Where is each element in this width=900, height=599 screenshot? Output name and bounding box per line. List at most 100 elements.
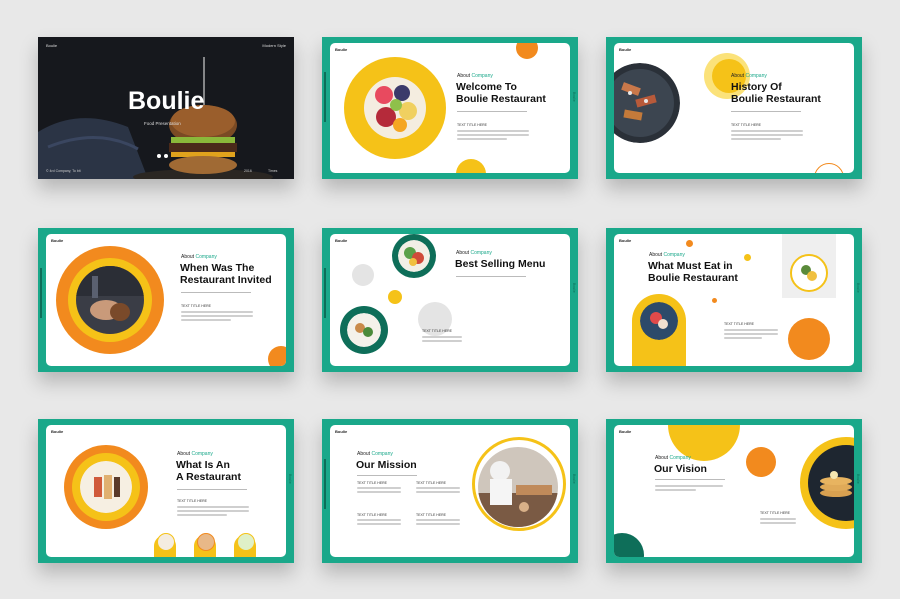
slide-brand: Boulie — [619, 429, 632, 434]
eyebrow: About Company — [177, 451, 213, 457]
body-text — [731, 130, 803, 142]
orange-dot-small — [712, 298, 717, 303]
text-title-2: TEXT TITLE HERE — [416, 481, 447, 485]
side-label: Boulie — [572, 474, 576, 484]
slide-what-is[interactable]: Boulie About Company What Is An A Restaur… — [38, 419, 294, 563]
cover-footer-year: 2016 — [244, 169, 252, 173]
slide-brand: Boulie — [619, 238, 632, 243]
body-text-2 — [760, 518, 796, 526]
orange-dot — [686, 240, 693, 247]
side-label: Boulie — [856, 283, 860, 293]
text-title: TEXT TITLE HERE — [422, 329, 453, 333]
cover-title: Boulie — [128, 87, 205, 115]
text-title: TEXT TITLE HERE — [724, 322, 755, 326]
mini-food-1 — [157, 533, 175, 551]
slide-brand: Boulie — [335, 238, 348, 243]
body-text — [181, 311, 253, 323]
cover-footer-left: © 4rd Company, To bit — [46, 169, 81, 173]
body-text-1 — [357, 487, 401, 495]
eyebrow: About Company — [731, 73, 767, 79]
body-text — [724, 329, 778, 341]
mini-food-2 — [197, 533, 215, 551]
eyebrow: About Company — [456, 250, 492, 256]
cover-tag: Modern Style — [262, 43, 286, 48]
slide-title: Our Vision — [654, 463, 707, 475]
slide-title: What Must Eat in Boulie Restaurant — [648, 260, 738, 284]
slide-brand: Boulie — [335, 429, 348, 434]
green-quarter — [614, 533, 644, 557]
slide-nav-dot-icon[interactable] — [157, 145, 168, 163]
slide-brand: Boulie — [335, 47, 348, 52]
body-text-3 — [357, 519, 401, 527]
text-title: TEXT TITLE HERE — [177, 499, 208, 503]
slide-mission[interactable]: Boulie About Company Our Mission TEXT TI… — [322, 419, 578, 563]
body-text-2 — [416, 487, 460, 495]
side-label: Boulie — [856, 474, 860, 484]
slide-history[interactable]: Boulie About Company History Of Boulie Re… — [606, 37, 862, 179]
text-title: TEXT TITLE HERE — [457, 123, 488, 127]
divider — [181, 292, 251, 293]
eyebrow: About Company — [655, 455, 691, 461]
divider — [655, 479, 725, 480]
slide-best-selling[interactable]: Boulie About Company Best Selling Menu T… — [322, 228, 578, 372]
orange-circle — [516, 43, 538, 59]
side-deco — [40, 268, 42, 318]
text-title-3: TEXT TITLE HERE — [357, 513, 388, 517]
eyebrow: About Company — [457, 73, 493, 79]
body-text-4 — [416, 519, 460, 527]
orange-disc — [746, 447, 776, 477]
slide-brand: Boulie — [51, 238, 64, 243]
orange-ring — [814, 163, 844, 173]
body-text — [457, 130, 529, 142]
divider — [357, 475, 417, 476]
slide-title: Our Mission — [356, 459, 417, 471]
cover-footer-right: Times — [268, 169, 278, 173]
side-label: Boulie — [288, 474, 292, 484]
berry-bowl-photo — [640, 302, 678, 340]
side-deco — [324, 72, 326, 122]
chef-photo — [478, 447, 558, 527]
eyebrow: About Company — [357, 451, 393, 457]
cover-subtitle: Food Presentation — [144, 121, 181, 126]
eyebrow: About Company — [649, 252, 685, 258]
salad-bowl-photo — [398, 240, 430, 272]
side-label: Boulie — [572, 283, 576, 293]
text-title-1: TEXT TITLE HERE — [357, 481, 388, 485]
yellow-dot — [744, 254, 751, 261]
slide-title: History Of Boulie Restaurant — [731, 81, 821, 105]
yellow-half-circle — [456, 159, 486, 173]
slide-title: When Was The Restaurant Invited — [180, 262, 272, 286]
slide-invited[interactable]: Boulie About Company When Was The Restaur… — [38, 228, 294, 372]
eyebrow: About Company — [181, 254, 217, 260]
slide-title: Welcome To Boulie Restaurant — [456, 81, 546, 105]
text-title: TEXT TITLE HERE — [181, 304, 212, 308]
slide-title: Best Selling Menu — [455, 258, 546, 270]
body-text — [422, 336, 462, 344]
divider — [731, 111, 801, 112]
dish-plate-photo — [790, 254, 828, 292]
cover-brand: Boulie — [46, 43, 58, 48]
text-title-4: TEXT TITLE HERE — [416, 513, 447, 517]
plated-dish-photo — [347, 313, 381, 347]
slide-title: What Is An A Restaurant — [176, 459, 241, 483]
grey-circle — [352, 264, 374, 286]
side-deco — [324, 459, 326, 509]
slide-must-eat[interactable]: Boulie About Company What Must Eat in Bou… — [606, 228, 862, 372]
yellow-dot — [388, 290, 402, 304]
mini-food-3 — [237, 533, 255, 551]
food-hands-photo — [76, 266, 144, 334]
body-text — [655, 485, 723, 493]
food-plate-photo — [614, 63, 680, 143]
side-label: Boulie — [572, 92, 576, 102]
orange-disc — [788, 318, 830, 360]
slide-cover[interactable]: Boulie Modern Style Boulie Food Presenta… — [38, 37, 294, 179]
text-title: TEXT TITLE HERE — [760, 511, 791, 515]
divider — [456, 276, 526, 277]
slide-brand: Boulie — [619, 47, 632, 52]
body-text — [177, 506, 249, 518]
slide-vision[interactable]: Boulie About Company Our Vision TEXT TIT… — [606, 419, 862, 563]
slide-brand: Boulie — [51, 429, 64, 434]
slide-welcome[interactable]: Boulie About Company Welcome To Boulie Re… — [322, 37, 578, 179]
side-deco — [324, 268, 326, 318]
divider — [457, 111, 527, 112]
